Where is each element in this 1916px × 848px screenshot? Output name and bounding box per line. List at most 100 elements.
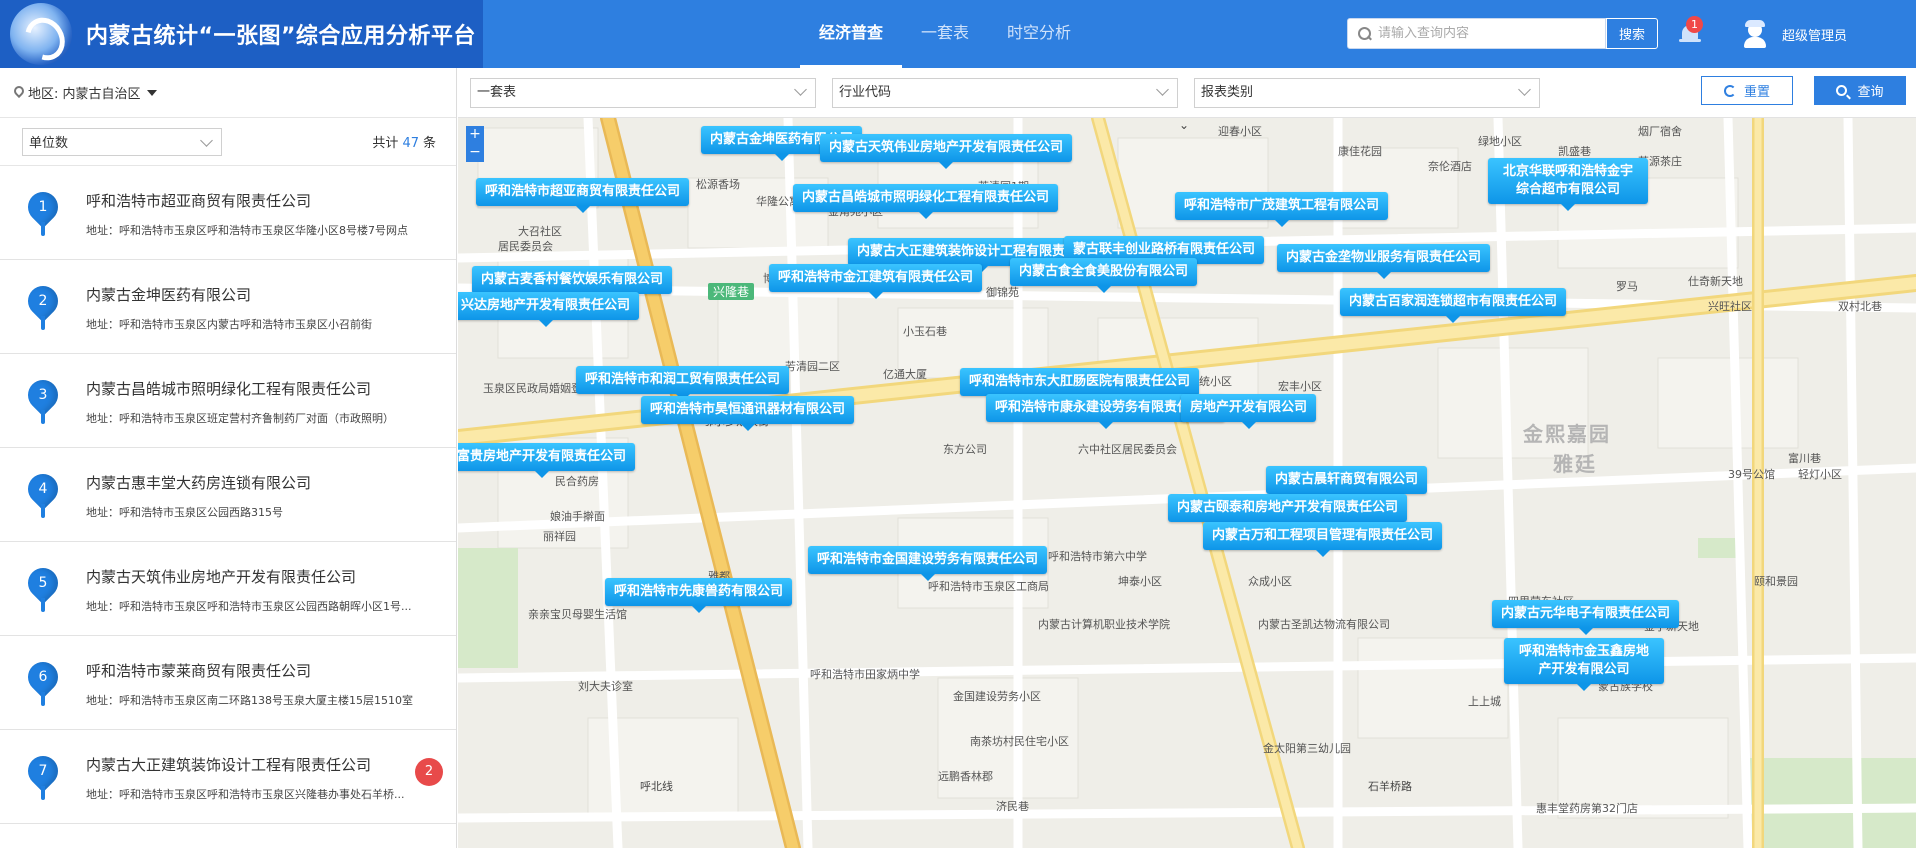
map-poi-label: 刘大夫诊室 (578, 680, 633, 693)
main-nav: 经济普查 一套表 时空分析 (800, 0, 1090, 68)
company-name: 呼和浩特市超亚商贸有限责任公司 (86, 192, 312, 210)
unit-select[interactable]: 单位数 (22, 127, 222, 156)
company-map-marker[interactable]: 北京华联呼和浩特金宇综合超市有限公司 (1488, 158, 1648, 211)
map-poi-label: 惠丰堂药房第32门店 (1536, 802, 1638, 815)
company-name: 内蒙古金坤医药有限公司 (86, 286, 252, 304)
list-item[interactable]: 7 内蒙古大正建筑装饰设计工程有限责任公司 地址：呼和浩特市玉泉区呼和浩特市玉泉区兴… (0, 730, 456, 824)
company-map-marker[interactable]: 呼和浩特市广茂建筑工程有限公司 (1175, 192, 1389, 227)
company-map-marker[interactable]: 内蒙古天筑伟业房地产开发有限责任公司 (820, 134, 1073, 169)
list-item[interactable]: 4 内蒙古惠丰堂大药房连锁有限公司 地址：呼和浩特市玉泉区公园西路315号 (0, 448, 456, 542)
map-poi-label: 远鹏香林郡 (938, 770, 993, 783)
count-badge: 2 (415, 758, 443, 786)
total-count: 共计 47 条 (372, 132, 436, 151)
search-input[interactable] (1378, 26, 1578, 41)
company-map-marker[interactable]: 内蒙古昌皓城市照明绿化工程有限责任公司 (793, 184, 1059, 219)
map-poi-label: 金国建设劳务小区 (953, 690, 1041, 703)
search-button[interactable]: 搜索 (1606, 18, 1658, 49)
company-map-marker[interactable]: 内蒙古晨轩商贸有限公司 (1266, 466, 1428, 501)
pin-number: 7 (38, 763, 48, 779)
top-header: 内蒙古统计“一张图”综合应用分析平台 经济普查 一套表 时空分析 搜索 1 超级… (0, 0, 1916, 68)
search-box (1347, 18, 1606, 49)
map-poi-label: 亿通大厦 (883, 368, 927, 381)
map-poi-label: 双村北巷 (1838, 300, 1882, 313)
chevron-down-icon[interactable]: ⌄ (1173, 118, 1195, 136)
company-address: 地址：呼和浩特市玉泉区内蒙古呼和浩特市玉泉区小召前街 (86, 318, 372, 331)
map-pin-tail (41, 410, 45, 424)
report-category-select[interactable]: 报表类别 (1194, 78, 1540, 108)
company-map-marker[interactable]: 内蒙古元华电子有限责任公司 (1492, 600, 1680, 635)
caret-down-icon (146, 89, 157, 96)
map-poi-label: 民合药房 (555, 475, 599, 488)
company-map-marker[interactable]: 内蒙古百家润连锁超市有限责任公司 (1340, 288, 1567, 323)
query-label: 查询 (1857, 85, 1884, 100)
location-pin-icon (14, 86, 24, 99)
company-map-marker[interactable]: 呼和浩特市东大肛肠医院有限责任公司 (960, 368, 1200, 403)
company-map-marker[interactable]: 呼和浩特市金国建设劳务有限责任公司 (808, 546, 1048, 581)
report-category-select-value: 报表类别 (1201, 85, 1254, 100)
map-poi-label: 呼北线 (640, 780, 673, 793)
survey-table-select[interactable]: 一套表 (470, 78, 816, 108)
zoom-in-button[interactable]: + (466, 126, 484, 144)
survey-table-select-value: 一套表 (477, 85, 517, 100)
region-selector[interactable]: 地区: 内蒙古自治区 (0, 68, 456, 118)
company-map-marker[interactable]: 呼和浩特市先康兽药有限公司 (605, 578, 793, 613)
result-list: 1 呼和浩特市超亚商贸有限责任公司地址：呼和浩特市玉泉区呼和浩特市玉泉区华隆小区8… (0, 166, 456, 824)
company-address: 地址：呼和浩特市玉泉区呼和浩特市玉泉区兴隆巷办事处石羊桥... (86, 788, 405, 801)
company-address: 地址：呼和浩特市玉泉区呼和浩特市玉泉区公园西路朝晖小区1号... (86, 600, 412, 613)
pin-number: 3 (38, 387, 48, 403)
company-map-marker[interactable]: 呼和浩特市金玉鑫房地产开发有限公司 (1504, 638, 1664, 691)
company-address: 地址：呼和浩特市玉泉区公园西路315号 (86, 506, 283, 519)
tab-spatiotemporal-analysis[interactable]: 时空分析 (988, 0, 1090, 68)
map-poi-label: 雅廷 (1553, 452, 1597, 476)
map-poi-label: 呼和浩特市第六中学 (1048, 550, 1147, 563)
map-poi-label: 丽祥园 (543, 530, 576, 543)
company-map-marker[interactable]: 呼和浩特市金江建筑有限责任公司 (769, 264, 983, 299)
map-view[interactable]: + − ⌄ 玉泉区教育局松源香场华隆公寓金角苑小区民和花园芳清园1期迎春小区康佳… (458, 118, 1916, 848)
map-poi-label: 仕奇新天地 (1688, 275, 1743, 288)
user-menu[interactable]: 超级管理员 (1742, 18, 1847, 50)
brand: 内蒙古统计“一张图”综合应用分析平台 (0, 0, 483, 68)
map-pin-tail (41, 222, 45, 236)
map-pin-tail (41, 316, 45, 330)
company-name: 内蒙古昌皓城市照明绿化工程有限责任公司 (86, 380, 372, 398)
company-map-marker[interactable]: 呼和浩特市和润工贸有限责任公司 (576, 366, 790, 401)
pin-number: 6 (38, 669, 48, 685)
tab-one-table[interactable]: 一套表 (902, 0, 988, 68)
company-map-marker[interactable]: 内蒙古麦香村餐饮娱乐有限公司 (472, 266, 673, 301)
notification-badge: 1 (1686, 16, 1703, 33)
map-poi-label: 六中社区居民委员会 (1078, 443, 1177, 456)
company-address: 地址：呼和浩特市玉泉区南二环路138号玉泉大厦主楼15层1510室 (86, 694, 413, 707)
total-prefix: 共计 (372, 136, 399, 151)
company-address: 地址：呼和浩特市玉泉区呼和浩特市玉泉区华隆小区8号楼7号网点 (86, 224, 408, 237)
list-item[interactable]: 3 内蒙古昌皓城市照明绿化工程有限责任公司 地址：呼和浩特市玉泉区班定营村齐鲁制药厂… (0, 354, 456, 448)
list-item[interactable]: 1 呼和浩特市超亚商贸有限责任公司地址：呼和浩特市玉泉区呼和浩特市玉泉区华隆小区8… (0, 166, 456, 260)
company-map-marker[interactable]: 兴达房地产开发有限责任公司 (458, 292, 640, 327)
map-poi-label: 呼和浩特市玉泉区工商局 (928, 580, 1049, 593)
map-poi-label: 娘油手擀面 (550, 510, 605, 523)
company-map-marker[interactable]: 房地产开发有限公司 (1181, 394, 1317, 429)
company-map-marker[interactable]: 呼和浩特市超亚商贸有限责任公司 (476, 178, 690, 213)
reset-button[interactable]: 重置 (1701, 76, 1793, 105)
industry-code-select[interactable]: 行业代码 (832, 78, 1178, 108)
company-name: 呼和浩特市蒙莱商贸有限责任公司 (86, 662, 312, 680)
pin-number: 1 (38, 199, 48, 215)
company-map-marker[interactable]: 内蒙古颐泰和房地产开发有限责任公司 (1168, 494, 1408, 529)
map-poi-label: 兴隆巷 (708, 283, 755, 300)
map-pin-tail (41, 692, 45, 706)
list-item[interactable]: 6 呼和浩特市蒙莱商贸有限责任公司地址：呼和浩特市玉泉区南二环路138号玉泉大厦主… (0, 636, 456, 730)
map-poi-label: 康佳花园 (1338, 145, 1382, 158)
tab-economic-census[interactable]: 经济普查 (800, 0, 903, 68)
company-map-marker[interactable]: 内蒙古食全食美股份有限公司 (1010, 258, 1198, 293)
company-map-marker[interactable]: 内蒙古万和工程项目管理有限责任公司 (1203, 522, 1443, 557)
map-poi-label: 烟厂宿舍 (1638, 125, 1682, 138)
list-item[interactable]: 5 内蒙古天筑伟业房地产开发有限责任公司 地址：呼和浩特市玉泉区呼和浩特市玉泉区公园… (0, 542, 456, 636)
map-poi-label: 迎春小区 (1218, 125, 1262, 138)
company-map-marker[interactable]: 呼和浩特市昊恒通讯器材有限公司 (641, 396, 855, 431)
map-poi-label: 兴旺社区 (1708, 300, 1752, 313)
company-map-marker[interactable]: 富贵房地产开发有限责任公司 (458, 443, 636, 478)
map-pin-tail (41, 786, 45, 800)
zoom-out-button[interactable]: − (466, 144, 484, 162)
list-item[interactable]: 2 内蒙古金坤医药有限公司 地址：呼和浩特市玉泉区内蒙古呼和浩特市玉泉区小召前街 (0, 260, 456, 354)
company-map-marker[interactable]: 内蒙古金垄物业服务有限责任公司 (1277, 244, 1491, 279)
query-button[interactable]: 查询 (1814, 76, 1906, 105)
